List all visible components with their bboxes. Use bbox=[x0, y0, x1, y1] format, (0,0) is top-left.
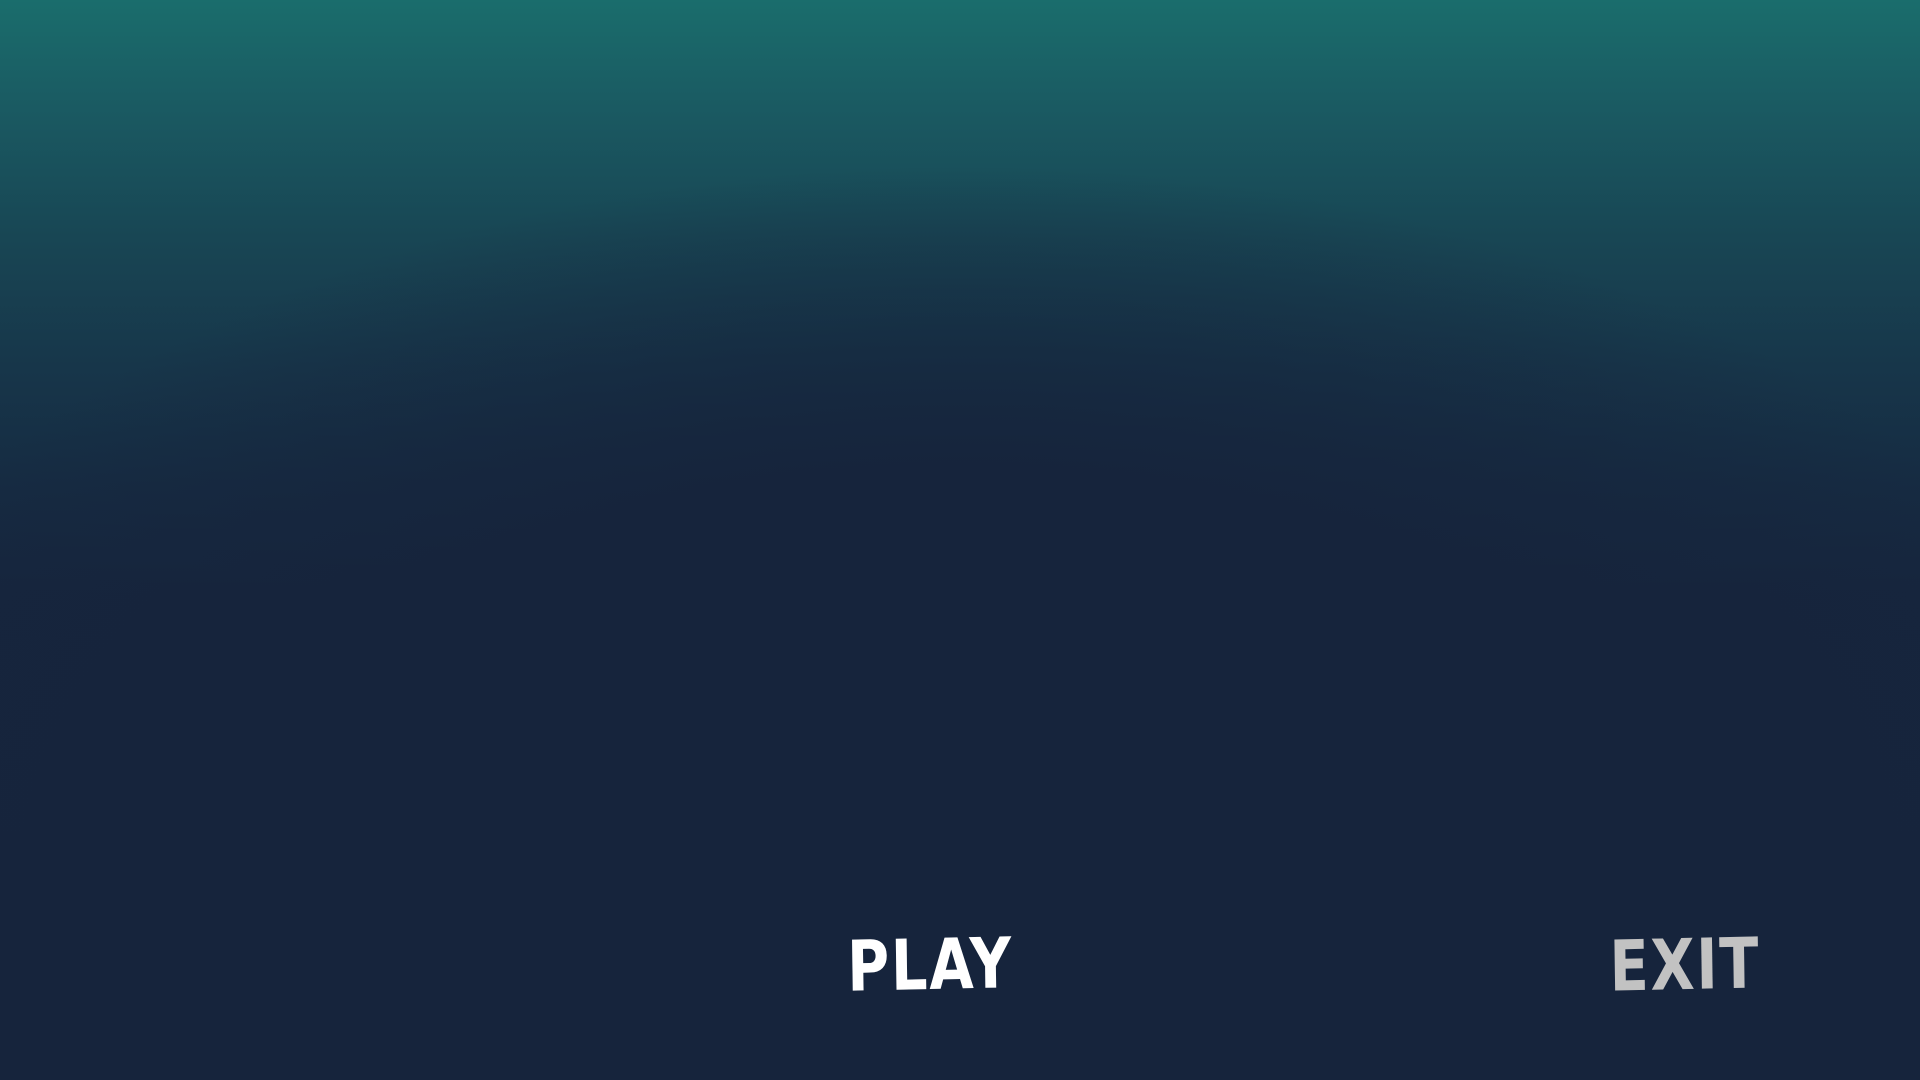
play-button[interactable]: PLAY bbox=[840, 922, 1020, 1008]
exit-button[interactable]: EXIT bbox=[1600, 922, 1770, 1008]
play-button-label: PLAY bbox=[846, 922, 1014, 1008]
exit-button-label: EXIT bbox=[1609, 922, 1761, 1008]
main-menu-screen: PLAY EXIT bbox=[0, 0, 1920, 1080]
